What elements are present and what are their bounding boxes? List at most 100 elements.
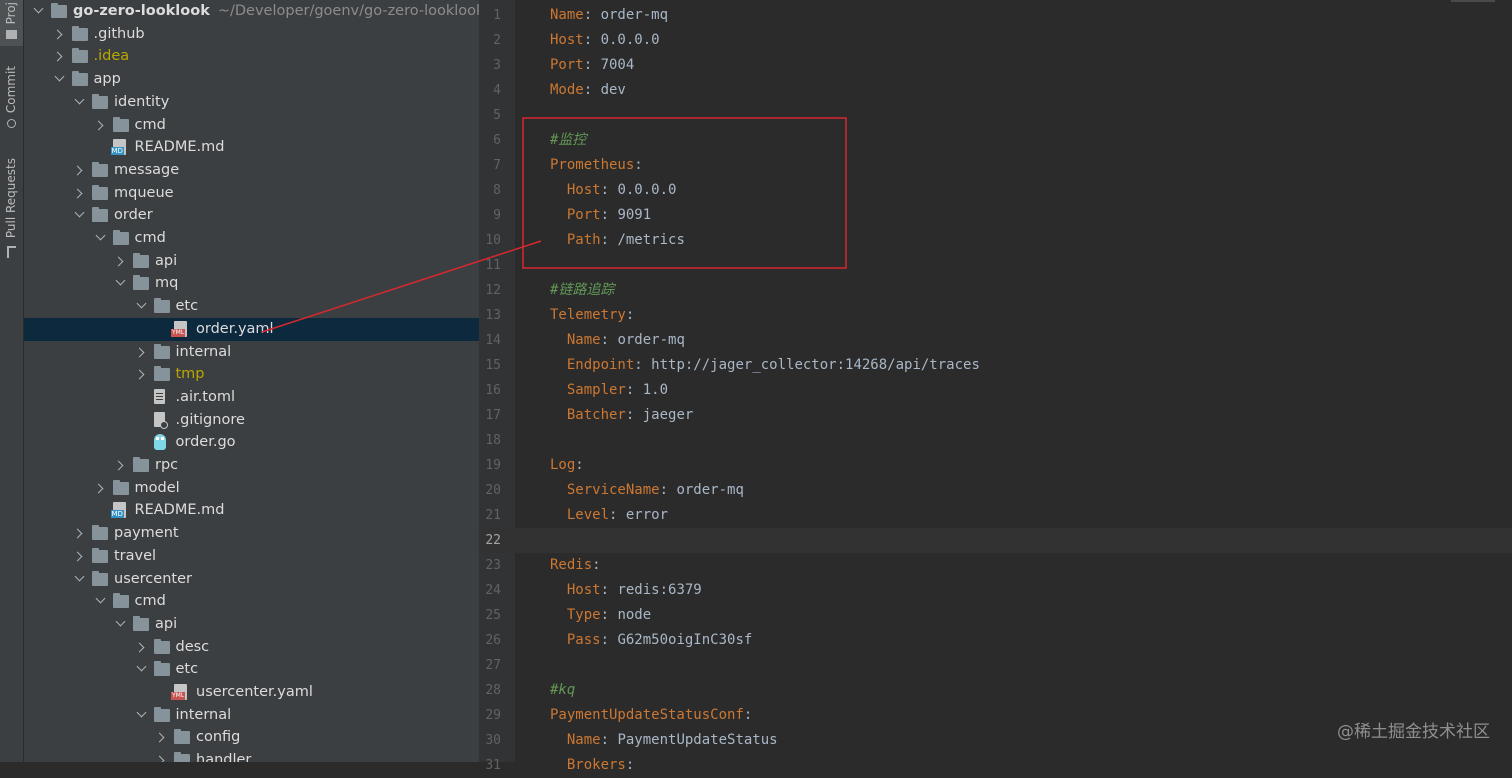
tree-item-payment[interactable]: payment <box>24 522 479 545</box>
code-line[interactable]: 17 Batcher: jaeger <box>479 403 1512 428</box>
chevron-down-icon[interactable] <box>73 91 87 114</box>
chevron-down-icon[interactable] <box>135 658 149 681</box>
chevron-down-icon[interactable] <box>94 590 108 613</box>
chevron-down-icon[interactable] <box>32 0 46 23</box>
code-line[interactable]: 19 Log: <box>479 453 1512 478</box>
chevron-down-icon[interactable] <box>73 204 87 227</box>
code-line[interactable]: 8 Host: 0.0.0.0 <box>479 178 1512 203</box>
tree-item-usercenter[interactable]: usercenter <box>24 568 479 591</box>
chevron-right-icon[interactable] <box>135 341 149 364</box>
tree-item-rpc[interactable]: rpc <box>24 454 479 477</box>
chevron-right-icon[interactable] <box>94 477 108 500</box>
chevron-right-icon[interactable] <box>73 182 87 205</box>
commit-tool-button[interactable]: Commit <box>0 60 23 136</box>
chevron-right-icon[interactable] <box>114 250 128 273</box>
code-line[interactable]: 5 <box>479 103 1512 128</box>
tree-item-order-yaml[interactable]: order.yaml <box>24 317 479 341</box>
tree-item-readme-md[interactable]: README.md <box>24 499 479 522</box>
code-line[interactable]: 24 Host: redis:6379 <box>479 578 1512 603</box>
tree-item-cmd[interactable]: cmd <box>24 590 479 613</box>
tree-item-internal[interactable]: internal <box>24 704 479 727</box>
code-line[interactable]: 28 #kq <box>479 678 1512 703</box>
code-line[interactable]: 27 <box>479 653 1512 678</box>
chevron-down-icon[interactable] <box>114 272 128 295</box>
chevron-right-icon[interactable] <box>73 159 87 182</box>
tree-item-desc[interactable]: desc <box>24 636 479 659</box>
chevron-down-icon[interactable] <box>94 227 108 250</box>
code-line[interactable]: 25 Type: node <box>479 603 1512 628</box>
code-text: Name: order-mq <box>550 3 668 28</box>
chevron-right-icon[interactable] <box>135 363 149 386</box>
code-line[interactable]: 3 Port: 7004 <box>479 53 1512 78</box>
tree-item-gitignore[interactable]: .gitignore <box>24 409 479 432</box>
tree-item-air-toml[interactable]: .air.toml <box>24 386 479 409</box>
chevron-down-icon[interactable] <box>73 568 87 591</box>
chevron-right-icon[interactable] <box>155 749 169 762</box>
tree-item-go-zero-looklook[interactable]: go-zero-looklook ~/Developer/goenv/go-zer… <box>24 0 479 23</box>
chevron-down-icon[interactable] <box>53 68 67 91</box>
tree-item-idea[interactable]: .idea <box>24 45 479 68</box>
tree-item-mqueue[interactable]: mqueue <box>24 182 479 205</box>
tree-item-tmp[interactable]: tmp <box>24 363 479 386</box>
chevron-down-icon[interactable] <box>114 613 128 636</box>
code-line[interactable]: 11 <box>479 253 1512 278</box>
pull-requests-tool-button[interactable]: Pull Requests <box>0 150 23 262</box>
code-line[interactable]: 13 Telemetry: <box>479 303 1512 328</box>
project-tool-button[interactable]: Proj <box>0 0 23 46</box>
code-line[interactable]: 7 Prometheus: <box>479 153 1512 178</box>
code-line[interactable]: 21 Level: error <box>479 503 1512 528</box>
tree-item-cmd[interactable]: cmd <box>24 114 479 137</box>
tree-item-github[interactable]: .github <box>24 23 479 46</box>
tree-item-travel[interactable]: travel <box>24 545 479 568</box>
chevron-right-icon[interactable] <box>135 636 149 659</box>
code-line[interactable]: 20 ServiceName: order-mq <box>479 478 1512 503</box>
tree-item-identity[interactable]: identity <box>24 91 479 114</box>
code-line[interactable]: 12 #链路追踪 <box>479 278 1512 303</box>
chevron-right-icon[interactable] <box>73 522 87 545</box>
tree-item-config[interactable]: config <box>24 726 479 749</box>
chevron-right-icon[interactable] <box>94 114 108 137</box>
tree-item-app[interactable]: app <box>24 68 479 91</box>
code-line[interactable]: 23 Redis: <box>479 553 1512 578</box>
chevron-down-icon[interactable] <box>135 704 149 727</box>
code-line[interactable]: 2 Host: 0.0.0.0 <box>479 28 1512 53</box>
tree-item-readme-md[interactable]: README.md <box>24 136 479 159</box>
chevron-right-icon[interactable] <box>114 454 128 477</box>
chevron-right-icon[interactable] <box>155 726 169 749</box>
code-line[interactable]: 1 Name: order-mq <box>479 3 1512 28</box>
tree-item-etc[interactable]: etc <box>24 295 479 318</box>
tree-item-model[interactable]: model <box>24 477 479 500</box>
chevron-right-icon[interactable] <box>53 45 67 68</box>
code-line[interactable]: 18 <box>479 428 1512 453</box>
code-line[interactable]: 31 Brokers: <box>479 753 1512 778</box>
tree-item-api[interactable]: api <box>24 250 479 273</box>
yaml-punctuation: : <box>600 732 618 748</box>
code-line[interactable]: 16 Sampler: 1.0 <box>479 378 1512 403</box>
tree-item-api[interactable]: api <box>24 613 479 636</box>
code-line[interactable]: 9 Port: 9091 <box>479 203 1512 228</box>
yaml-key: Host <box>550 32 584 48</box>
code-line[interactable]: 22 <box>479 528 1512 553</box>
code-line[interactable]: 6 #监控 <box>479 128 1512 153</box>
tree-item-usercenter-yaml[interactable]: usercenter.yaml <box>24 681 479 704</box>
chevron-right-icon[interactable] <box>73 545 87 568</box>
tree-item-handler[interactable]: handler <box>24 749 479 762</box>
tree-item-mq[interactable]: mq <box>24 272 479 295</box>
code-line[interactable]: 14 Name: order-mq <box>479 328 1512 353</box>
tree-item-etc[interactable]: etc <box>24 658 479 681</box>
folder-icon <box>153 298 170 314</box>
tree-item-cmd[interactable]: cmd <box>24 227 479 250</box>
chevron-right-icon[interactable] <box>53 23 67 46</box>
code-editor[interactable]: 1 Name: order-mq 2 Host: 0.0.0.0 3 Port: 7004… <box>479 0 1512 773</box>
yaml-punctuation <box>550 407 567 423</box>
code-line[interactable]: 26 Pass: G62m50oigInC30sf <box>479 628 1512 653</box>
tree-item-message[interactable]: message <box>24 159 479 182</box>
tree-item-label: api <box>155 615 178 632</box>
tree-item-order-go[interactable]: order.go <box>24 431 479 454</box>
code-line[interactable]: 4 Mode: dev <box>479 78 1512 103</box>
tree-item-internal[interactable]: internal <box>24 341 479 364</box>
tree-item-order[interactable]: order <box>24 204 479 227</box>
code-line[interactable]: 15 Endpoint: http://jager_collector:1426… <box>479 353 1512 378</box>
chevron-down-icon[interactable] <box>135 295 149 318</box>
code-line[interactable]: 10 Path: /metrics <box>479 228 1512 253</box>
